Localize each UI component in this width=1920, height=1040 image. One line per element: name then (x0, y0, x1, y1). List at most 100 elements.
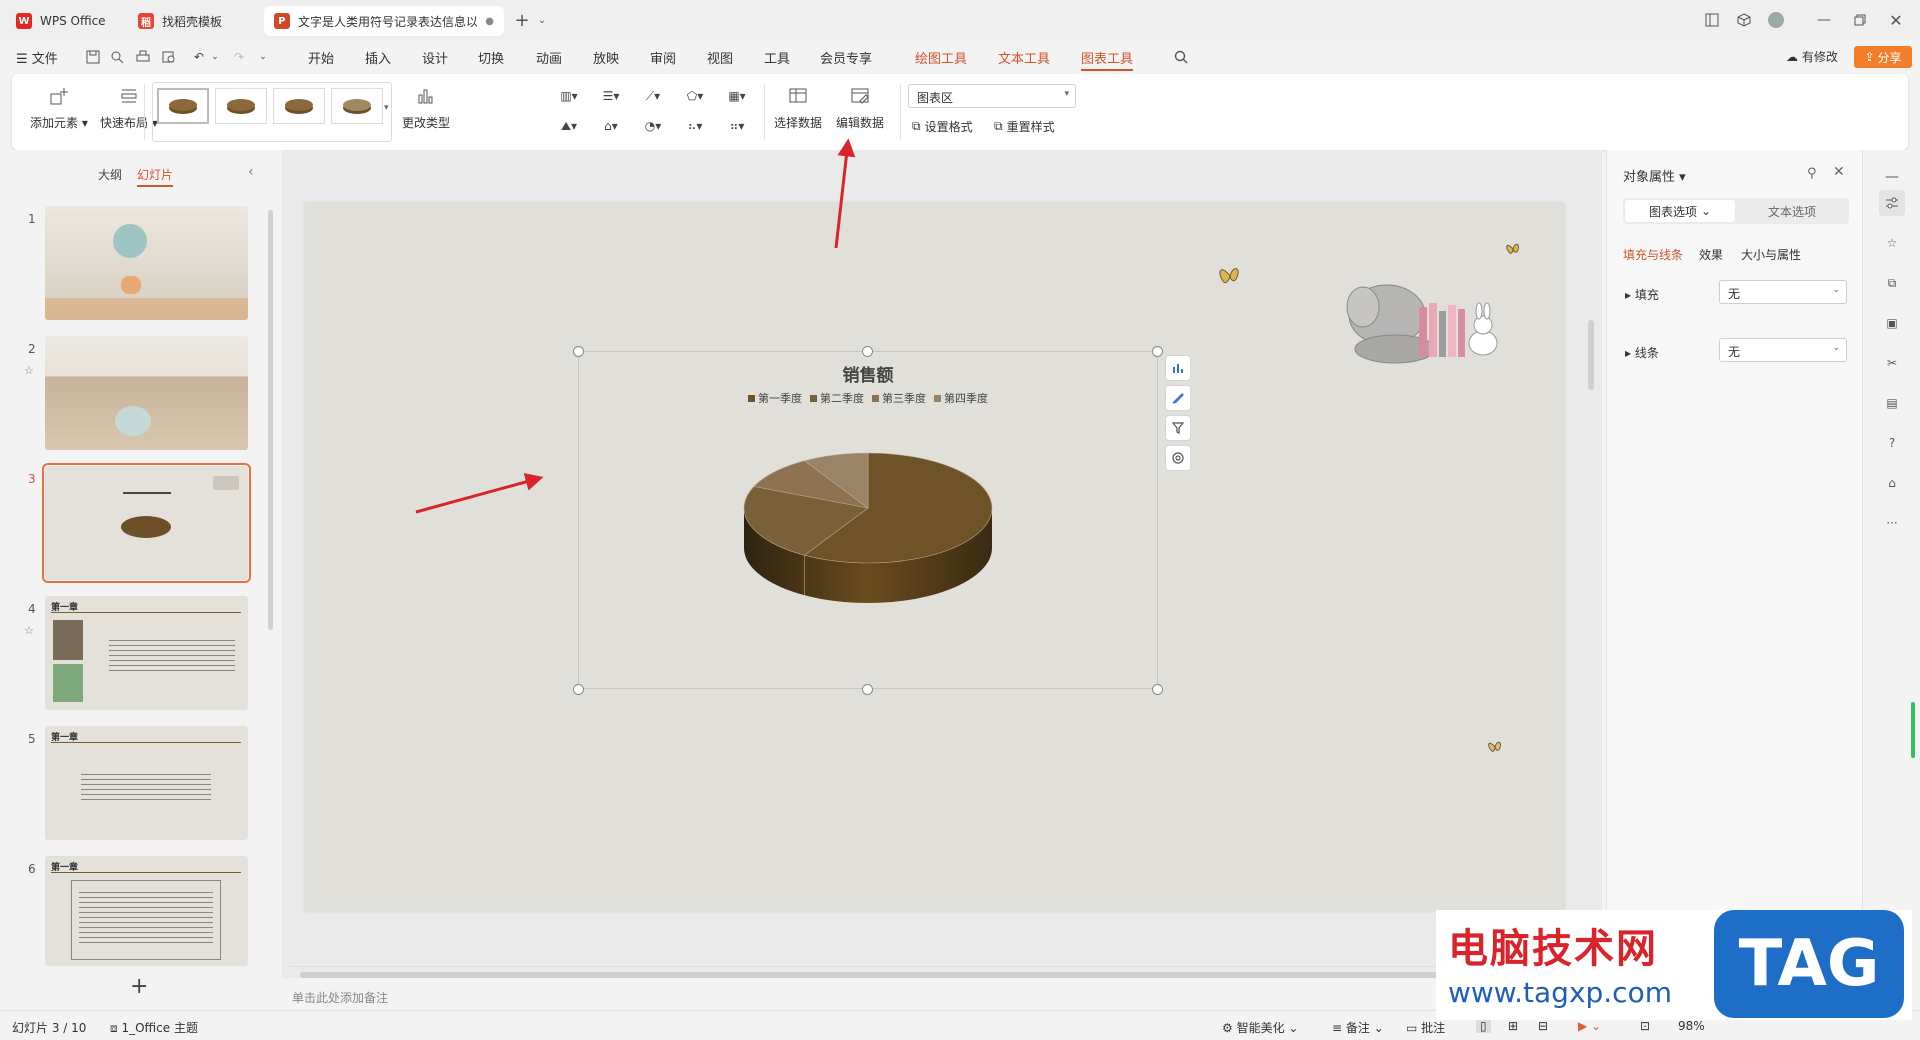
chart-filter-icon[interactable] (1165, 415, 1191, 441)
outline-tab[interactable]: 大纲 (98, 166, 122, 183)
chart-options-tab[interactable]: 图表选项 ⌄ (1625, 200, 1735, 222)
fill-line-subtab[interactable]: 填充与线条 (1623, 246, 1683, 263)
quick-layout-button[interactable]: 快速布局 ▾ (100, 84, 158, 131)
image-icon[interactable]: ▣ (1879, 310, 1905, 336)
edit-data-button[interactable]: 编辑数据 (836, 84, 884, 131)
add-slide-button[interactable]: + (130, 974, 148, 999)
close-panel-icon[interactable]: ✕ (1833, 164, 1845, 180)
share-button[interactable]: ⇪ 分享 (1854, 46, 1912, 68)
reset-style-button[interactable]: ⧉ 重置样式 (994, 118, 1055, 135)
bubble-chart-icon[interactable]: ⠶▾ (720, 116, 754, 136)
effect-subtab[interactable]: 效果 (1699, 246, 1723, 263)
text-options-tab[interactable]: 文本选项 (1737, 200, 1847, 222)
file-menu[interactable]: ☰ 文件 (16, 48, 58, 67)
collapse-panel-icon[interactable]: ‹ (248, 164, 254, 180)
fit-window-icon[interactable]: ⊡ (1640, 1019, 1650, 1033)
chart-settings-icon[interactable] (1165, 445, 1191, 471)
slide-thumbnail-1[interactable] (45, 206, 248, 320)
chart-style-gallery[interactable]: ▾ (152, 82, 392, 142)
menu-design[interactable]: 设计 (422, 48, 448, 67)
select-data-button[interactable]: 选择数据 (774, 84, 822, 131)
chart-style-brush-icon[interactable] (1165, 385, 1191, 411)
theme-name[interactable]: ⧈ 1_Office 主题 (110, 1019, 198, 1036)
chart-element-select[interactable]: 图表区 ▾ (908, 84, 1076, 108)
fill-select[interactable]: 无 ⌄ (1719, 280, 1847, 304)
chart-style-4[interactable] (331, 88, 383, 124)
menu-insert[interactable]: 插入 (365, 48, 391, 67)
more-icon[interactable]: ··· (1879, 510, 1905, 536)
resize-handle[interactable] (573, 684, 584, 695)
book-icon[interactable]: ▤ (1879, 390, 1905, 416)
layout-icon[interactable] (1702, 10, 1722, 30)
slide-thumbnail-5[interactable]: 第一章 (45, 726, 248, 840)
pie-chart[interactable] (578, 413, 1158, 663)
star-icon[interactable]: ☆ (1879, 230, 1905, 256)
size-property-subtab[interactable]: 大小与属性 (1741, 246, 1801, 263)
collapse-icon[interactable]: — (1879, 164, 1905, 190)
menu-tools[interactable]: 工具 (764, 48, 790, 67)
chart-style-2[interactable] (215, 88, 267, 124)
comments-button[interactable]: ▭ 批注 (1406, 1019, 1445, 1036)
menu-slideshow[interactable]: 放映 (593, 48, 619, 67)
chevron-down-icon[interactable]: ⌄ (532, 10, 552, 30)
more-dropdown-icon[interactable]: ⌄ (254, 48, 272, 66)
open-icon[interactable] (108, 48, 126, 66)
slide[interactable]: 销售额 第一季度 第二季度 第三季度 第四季度 (305, 203, 1564, 911)
print-icon[interactable] (134, 48, 152, 66)
menu-member[interactable]: 会员专享 (820, 48, 872, 67)
line-chart-icon[interactable]: ⟋▾ (636, 86, 670, 106)
chart-style-1[interactable] (157, 88, 209, 124)
zoom-level[interactable]: 98% (1678, 1019, 1705, 1033)
tools-icon[interactable]: ✂ (1879, 350, 1905, 376)
add-element-button[interactable]: 添加元素 ▾ (30, 84, 88, 131)
fill-section-toggle[interactable]: ▸ 填充 (1625, 286, 1659, 303)
modified-status[interactable]: ☁ 有修改 (1786, 48, 1838, 65)
help-icon[interactable]: ? (1879, 430, 1905, 456)
horizontal-scrollbar[interactable] (300, 972, 1500, 978)
menu-transition[interactable]: 切换 (478, 48, 504, 67)
line-section-toggle[interactable]: ▸ 线条 (1625, 344, 1659, 361)
scatter-chart-icon[interactable]: ⠦▾ (678, 116, 712, 136)
pin-icon[interactable]: ⚲ (1807, 166, 1817, 181)
tab-wps-office[interactable]: W WPS Office (6, 6, 122, 36)
search-icon[interactable] (1172, 48, 1190, 66)
table-chart-icon[interactable]: ▦▾ (720, 86, 754, 106)
normal-view-icon[interactable]: ▯ (1476, 1019, 1491, 1033)
gallery-expand-icon[interactable]: ▾ (384, 103, 389, 113)
radar-chart-icon[interactable]: ⬠▾ (678, 86, 712, 106)
cube-icon[interactable] (1734, 10, 1754, 30)
slide-thumbnail-4[interactable]: 第一章 (45, 596, 248, 710)
menu-review[interactable]: 审阅 (650, 48, 676, 67)
tab-template[interactable]: 稻 找稻壳模板 (128, 6, 258, 36)
area-chart-icon[interactable]: ⛰▾ (552, 116, 586, 136)
minimize-icon[interactable]: — (1814, 10, 1834, 30)
notes-button[interactable]: ≡ 备注 ⌄ (1332, 1019, 1384, 1036)
panel-title[interactable]: 对象属性 ▾ (1623, 166, 1686, 185)
stock-chart-icon[interactable]: ⌂▾ (594, 116, 628, 136)
resize-handle[interactable] (1152, 684, 1163, 695)
restore-icon[interactable] (1850, 10, 1870, 30)
chart-style-3[interactable] (273, 88, 325, 124)
menu-drawing-tools[interactable]: 绘图工具 (915, 48, 967, 67)
column-chart-icon[interactable]: ▥▾ (552, 86, 586, 106)
redo-icon[interactable]: ↷ (230, 48, 248, 66)
smart-beautify-button[interactable]: ⚙ 智能美化 ⌄ (1222, 1019, 1298, 1036)
pie-chart-icon[interactable]: ◔▾ (636, 116, 670, 136)
properties-icon[interactable] (1879, 190, 1905, 216)
slide-thumbnail-2[interactable] (45, 336, 248, 450)
line-select[interactable]: 无 ⌄ (1719, 338, 1847, 362)
save-icon[interactable] (84, 48, 102, 66)
play-button-icon[interactable]: ▶ ⌄ (1578, 1019, 1601, 1033)
notes-input[interactable]: 单击此处添加备注 (292, 989, 388, 1006)
tab-document[interactable]: P 文字是人类用符号记录表达信息以 ● (264, 6, 504, 36)
print-preview-icon[interactable] (160, 48, 178, 66)
menu-text-tools[interactable]: 文本工具 (998, 48, 1050, 67)
change-type-button[interactable]: 更改类型 (402, 84, 450, 131)
set-format-button[interactable]: ⧉ 设置格式 (912, 118, 973, 135)
undo-dropdown-icon[interactable]: ⌄ (206, 48, 224, 66)
vertical-scrollbar[interactable] (1588, 320, 1594, 390)
thumb-scrollbar[interactable] (268, 210, 273, 630)
menu-view[interactable]: 视图 (707, 48, 733, 67)
menu-animation[interactable]: 动画 (536, 48, 562, 67)
slide-thumbnail-6[interactable]: 第一章 (45, 856, 248, 966)
